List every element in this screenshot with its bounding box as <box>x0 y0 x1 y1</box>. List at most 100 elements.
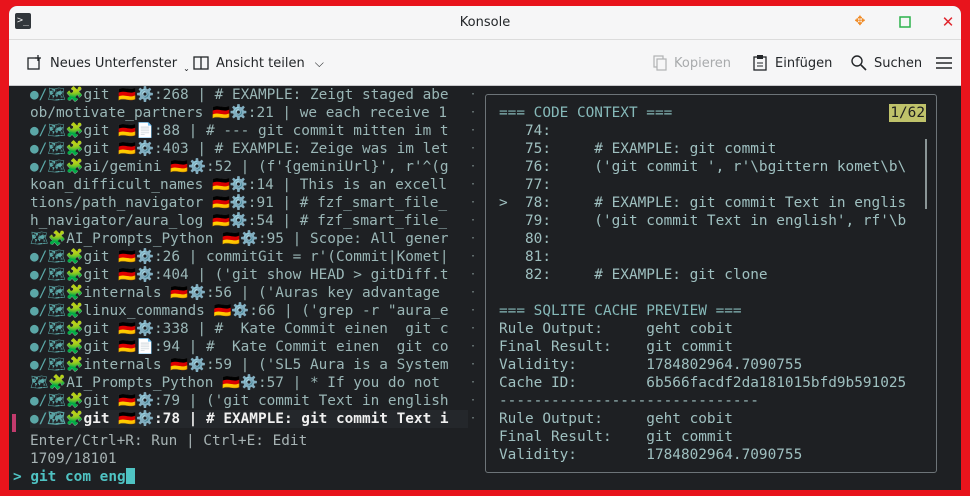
konsole-window: >_ Konsole ✥ ✕ Neues Unterfenster ⌄ Ansi… <box>9 6 961 490</box>
overflow-dot: · <box>470 323 477 334</box>
result-text: git 🇩🇪⚙️:403 | # EXAMPLE: Zeige was im l… <box>83 141 449 157</box>
new-tab-button[interactable]: Neues Unterfenster ⌄ <box>26 52 190 74</box>
overflow-dot: · <box>470 395 477 406</box>
result-count: 1709/18101 <box>30 451 117 467</box>
preview-line: 76: ('git commit ', r'\bgittern komet\b\ <box>499 159 907 175</box>
result-row[interactable]: ●/🗺🧩git 🇩🇪⚙️:404 | ('git show HEAD > git… <box>30 266 468 284</box>
results-list[interactable]: ●/🗺🧩 git 🇩🇪⚙️:268 | # EXAMPLE: Zeigt stag… <box>30 86 472 428</box>
chevron-down-icon: ⌵ <box>314 55 324 70</box>
preview-line: === SQLITE CACHE PREVIEW === <box>499 303 742 319</box>
result-text: git 🇩🇪📄:88 | # --- git commit mitten im … <box>83 123 449 139</box>
result-row[interactable]: ●/🗺🧩git 🇩🇪⚙️:79 | ('git commit Text in e… <box>30 392 468 410</box>
result-prefix: ●/🗺🧩 <box>30 321 84 337</box>
result-row[interactable]: ●/🗺🧩git 🇩🇪⚙️:78 | # EXAMPLE: git commit … <box>30 410 468 428</box>
result-text: koan_difficult_names 🇩🇪⚙️:14 | This is a… <box>30 177 448 193</box>
find-label: Suchen <box>874 55 923 71</box>
window-title: Konsole <box>459 15 511 30</box>
result-row[interactable]: ●/🗺🧩git 🇩🇪⚙️:403 | # EXAMPLE: Zeige was … <box>30 140 468 158</box>
new-tab-icon <box>26 54 44 72</box>
overflow-dot: · <box>470 269 477 280</box>
overflow-dot: · <box>470 377 477 388</box>
preview-line: === CODE CONTEXT === <box>499 105 673 121</box>
result-prefix: ●/🗺🧩 <box>30 411 84 427</box>
maximize-button[interactable] <box>897 14 913 30</box>
preview-line: 82: # EXAMPLE: git clone <box>499 267 768 283</box>
result-text: git 🇩🇪⚙️:268 | # EXAMPLE: Zeigt staged a… <box>83 87 449 103</box>
result-row[interactable]: ●/🗺🧩linux_commands 🇩🇪⚙️:66 | ('grep -r "… <box>30 302 468 320</box>
query-text: git com eng <box>30 469 126 485</box>
result-row[interactable]: ●/🗺🧩internals 🇩🇪⚙️:59 | ('SL5 Aura is a … <box>30 356 468 374</box>
result-text: git 🇩🇪📄:94 | # Kate Commit einen git co <box>83 339 449 355</box>
result-row[interactable]: ●/🗺🧩git 🇩🇪📄:88 | # --- git commit mitten… <box>30 122 468 140</box>
preview-line: 77: <box>499 177 551 193</box>
preview-lines: === CODE CONTEXT === 74: 75: # EXAMPLE: … <box>499 104 923 464</box>
result-row[interactable]: ●/🗺🧩internals 🇩🇪⚙️:56 | ('Auras key adva… <box>30 284 468 302</box>
result-text: tions/path_navigator 🇩🇪⚙️:91 | # fzf_sma… <box>30 195 448 211</box>
result-text: ai/gemini 🇩🇪⚙️:52 | (f'{geminiUrl}', r'^… <box>83 159 449 175</box>
query-input[interactable]: > git com eng <box>13 468 135 486</box>
preview-line: 75: # EXAMPLE: git commit <box>499 141 777 157</box>
result-row[interactable]: ●/🗺🧩ai/gemini 🇩🇪⚙️:52 | (f'{geminiUrl}',… <box>30 158 468 176</box>
result-text: git 🇩🇪⚙️:404 | ('git show HEAD > gitDiff… <box>83 267 449 283</box>
preview-pane[interactable]: 1/62 === CODE CONTEXT === 74: 75: # EXAM… <box>485 94 937 473</box>
selection-marker <box>12 414 16 432</box>
preview-line: Validity: 1784802964.7090755 <box>499 447 803 463</box>
result-prefix: ●/🗺🧩 <box>30 339 84 355</box>
preview-line: > 78: # EXAMPLE: git commit Text in engl… <box>499 195 907 211</box>
copy-button[interactable]: Kopieren <box>650 52 731 74</box>
title-bar[interactable]: >_ Konsole ✥ ✕ <box>9 6 961 40</box>
overflow-dot: · <box>470 287 477 298</box>
split-view-button[interactable]: Ansicht teilen ⌵ <box>192 52 324 74</box>
result-text: git 🇩🇪⚙️:79 | ('git commit Text in engli… <box>83 393 449 409</box>
result-row[interactable]: ●/🗺🧩git 🇩🇪⚙️:338 | # Kate Commit einen g… <box>30 320 468 338</box>
hamburger-menu-button[interactable] <box>935 52 953 74</box>
result-row[interactable]: ●/🗺🧩git 🇩🇪⚙️:268 | # EXAMPLE: Zeigt stag… <box>30 86 468 104</box>
preview-line: 74: <box>499 123 551 139</box>
result-text: git 🇩🇪⚙️:78 | # EXAMPLE: git commit Text… <box>83 411 449 427</box>
overflow-dot: · <box>470 341 477 352</box>
result-prefix: ●/🗺🧩 <box>30 141 84 157</box>
result-row[interactable]: 🗺🧩AI_Prompts_Python 🇩🇪⚙️:57 | * If you d… <box>30 374 468 392</box>
result-text: AI_Prompts_Python 🇩🇪⚙️:57 | * If you do … <box>66 375 440 391</box>
result-text: internals 🇩🇪⚙️:56 | ('Auras key advantag… <box>83 285 440 301</box>
prompt-symbol: > <box>13 469 22 485</box>
result-row[interactable]: koan_difficult_names 🇩🇪⚙️:14 | This is a… <box>30 176 468 194</box>
result-prefix: ●/🗺🧩 <box>30 285 84 301</box>
overflow-dot: · <box>470 215 477 226</box>
result-text: ob/motivate_partners 🇩🇪⚙️:21 | we each r… <box>30 105 448 121</box>
search-icon <box>850 54 868 72</box>
result-text: h_navigator/aura_log 🇩🇪⚙️:54 | # fzf_sma… <box>30 213 448 229</box>
find-button[interactable]: Suchen <box>850 52 922 74</box>
overflow-dot: · <box>470 251 477 262</box>
result-prefix: ●/🗺🧩 <box>30 303 84 319</box>
preview-scrollbar[interactable] <box>925 139 927 209</box>
result-text: git 🇩🇪⚙️:338 | # Kate Commit einen git c <box>83 321 449 337</box>
copy-icon <box>650 54 668 72</box>
pin-icon[interactable]: ✥ <box>852 14 868 30</box>
preview-line: Validity: 1784802964.7090755 <box>499 357 803 373</box>
overflow-dot: · <box>470 125 477 136</box>
toolbar: Neues Unterfenster ⌄ Ansicht teilen ⌵ Ko… <box>9 40 961 86</box>
result-row[interactable]: 🗺🧩AI_Prompts_Python 🇩🇪⚙️:95 | Scope: All… <box>30 230 468 248</box>
split-view-icon <box>192 54 210 72</box>
overflow-dot: · <box>470 359 477 370</box>
close-button[interactable]: ✕ <box>940 14 956 30</box>
preview-line <box>499 284 923 302</box>
overflow-dot: · <box>470 161 477 172</box>
paste-button[interactable]: Einfügen <box>751 52 832 74</box>
text-cursor <box>125 468 135 484</box>
result-row[interactable]: ●/🗺🧩git 🇩🇪📄:94 | # Kate Commit einen git… <box>30 338 468 356</box>
result-row[interactable]: h_navigator/aura_log 🇩🇪⚙️:54 | # fzf_sma… <box>30 212 468 230</box>
result-row[interactable]: ●/🗺🧩git 🇩🇪⚙️:26 | commitGit = r'(Commit|… <box>30 248 468 266</box>
result-row[interactable]: tions/path_navigator 🇩🇪⚙️:91 | # fzf_sma… <box>30 194 468 212</box>
help-line: Enter/Ctrl+R: Run | Ctrl+E: Edit <box>30 433 308 449</box>
terminal-area[interactable]: ●/🗺🧩 git 🇩🇪⚙️:268 | # EXAMPLE: Zeigt stag… <box>9 86 961 490</box>
result-prefix: ●/🗺🧩 <box>30 159 84 175</box>
preview-line: Rule Output: geht cobit <box>499 321 733 337</box>
dropdown-arrow-icon: ⌄ <box>183 63 190 73</box>
result-row[interactable]: ob/motivate_partners 🇩🇪⚙️:21 | we each r… <box>30 104 468 122</box>
preview-line: 81: <box>499 249 551 265</box>
result-text: git 🇩🇪⚙️:26 | commitGit = r'(Commit|Kome… <box>83 249 449 265</box>
preview-line: Rule Output: geht cobit <box>499 411 733 427</box>
overflow-dot: · <box>470 143 477 154</box>
